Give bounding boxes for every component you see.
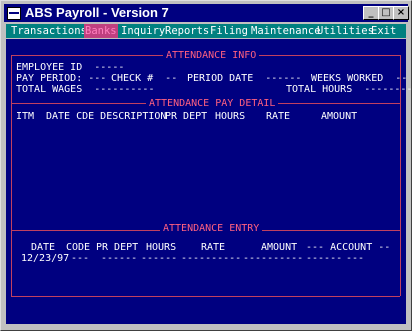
entry-account-input[interactable]: ------ [306,253,342,264]
entry-header-amount: AMOUNT [261,242,298,253]
menu-banks[interactable]: Banks [84,24,118,38]
total-hours-field: TOTAL HOURS -------- [286,84,412,95]
menu-filing[interactable]: Filing [209,24,249,38]
entry-bottom-border [11,296,400,297]
employee-id-field[interactable]: EMPLOYEE ID ----- [16,62,124,73]
entry-title: ATTENDANCE ENTRY [160,223,263,234]
menu-utilities[interactable]: Utilities [316,24,375,38]
terminal-screen: ATTENDANCE INFO EMPLOYEE ID ----- PAY PE… [6,39,412,324]
check-number-field[interactable]: CHECK # -- [111,73,177,84]
entry-header-account: --- ACCOUNT -- [306,242,391,253]
entry-header-hours: HOURS [146,242,177,253]
entry-header-pr-dept: PR DEPT [96,242,139,253]
entry-header-code: CODE [66,242,91,253]
detail-header-rate: RATE [266,111,291,122]
entry-code-input[interactable]: --- [71,253,89,264]
total-wages-field: TOTAL WAGES ---------- [16,84,155,95]
menu-exit[interactable]: Exit [370,24,397,38]
menu-maintenance[interactable]: Maintenance [250,24,322,38]
app-window: ABS Payroll - Version 7 _ □ × Transactio… [0,0,412,331]
pay-detail-title: ATTENDANCE PAY DETAIL [146,98,279,109]
minimize-button[interactable]: _ [363,6,379,20]
detail-header-date-code: DATE CDE DESCRIPTION [46,111,167,122]
weeks-worked-field[interactable]: WEEKS WORKED -- [311,73,407,84]
maximize-button[interactable]: □ [378,6,394,20]
detail-header-hours: HOURS [215,111,246,122]
entry-rate-input[interactable]: ---------- [181,253,241,264]
pay-period-field[interactable]: PAY PERIOD: --- [16,73,106,84]
menu-banks-label: Banks [85,25,117,37]
entry-header-rate: RATE [201,242,226,253]
menu-reports[interactable]: Reports [164,24,210,38]
entry-account-sub-input[interactable]: --- [346,253,364,264]
entry-pr-dept-input[interactable]: ------ [101,253,137,264]
attendance-info-title: ATTENDANCE INFO [163,50,260,61]
entry-header-date: DATE [31,242,56,253]
entry-date-input[interactable]: 12/23/97 [21,253,69,264]
close-button[interactable]: × [393,6,409,20]
frame-left-border [11,55,12,296]
menu-inquiry[interactable]: Inquiry [120,24,166,38]
entry-amount-input[interactable]: ---------- [243,253,303,264]
app-icon[interactable] [7,7,21,20]
detail-header-itm: ITM [16,111,35,122]
detail-header-amount: AMOUNT [321,111,358,122]
entry-hours-input[interactable]: ------ [141,253,177,264]
detail-header-pr-dept: PR DEPT [165,111,208,122]
menu-bar: Transactions Banks Inquiry Reports Filin… [6,24,406,38]
title-bar[interactable]: ABS Payroll - Version 7 _ □ × [4,4,409,22]
period-date-field[interactable]: PERIOD DATE ------ [187,73,301,84]
window-title: ABS Payroll - Version 7 [25,5,169,20]
menu-transactions[interactable]: Transactions [10,24,88,38]
